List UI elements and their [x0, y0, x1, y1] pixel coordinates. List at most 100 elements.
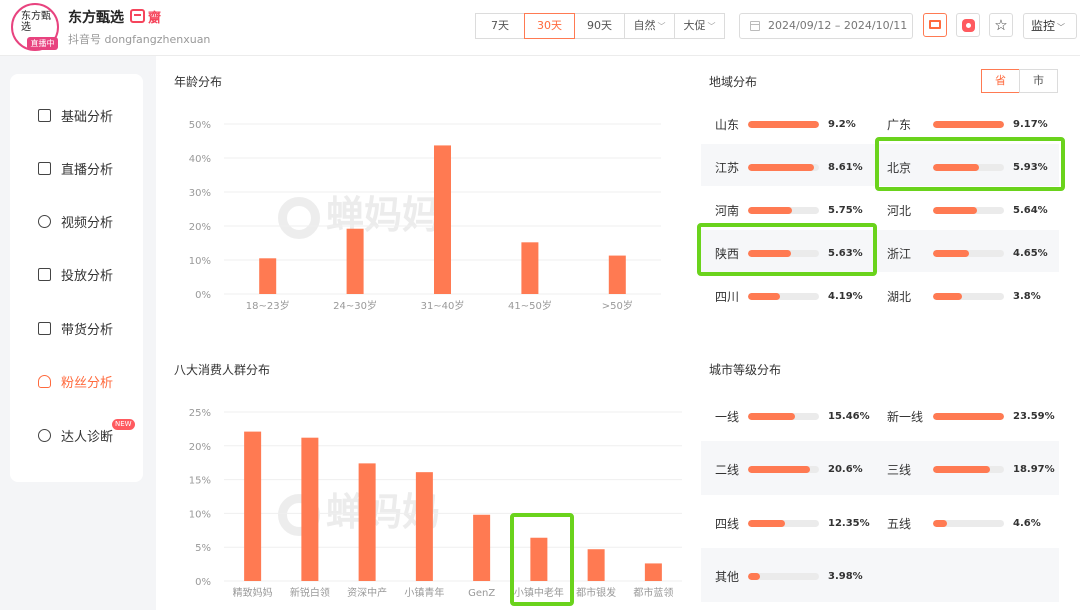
city-tier-item: 二线 20.6% [715, 462, 863, 478]
box-icon [38, 267, 51, 281]
sidebar-item-live[interactable]: 直播分析 [38, 158, 113, 178]
region-label: 陕西 [715, 246, 740, 261]
city-tier-bar-fill [933, 519, 947, 527]
region-bar-fill [748, 206, 793, 214]
region-bar-track [933, 120, 1004, 128]
city-tier-item: 四线 12.35% [715, 515, 870, 531]
region-bar-track [748, 206, 819, 214]
date-range-tabs: 7天 30天 90天 自然 ﹀ 大促 ﹀ [475, 13, 725, 39]
consumer-bar-chart: 0% 5% 10% 15% 20% 25% 精致妈妈 新锐白领 资深中产 小镇青年 GenZ 小镇中老… [189, 408, 682, 599]
province-city-toggle: 省 市 [981, 69, 1058, 93]
sidebar-item-label: 投放分析 [61, 268, 114, 284]
region-percent: 5.63% [828, 247, 863, 259]
consumer-bar [358, 463, 376, 581]
screen-mode-button[interactable] [923, 13, 947, 37]
city-tier-item: 一线 15.46% [715, 408, 870, 424]
sidebar-item-video[interactable]: 视频分析 [38, 211, 113, 231]
sidebar-item-basic[interactable]: 基础分析 [38, 105, 113, 125]
region-bar-fill [933, 163, 979, 171]
star-icon: ☆ [994, 16, 1008, 34]
x-tick-label: 资深中产 [347, 586, 387, 599]
sidebar-item-label: 基础分析 [61, 109, 114, 125]
live-tv-icon [130, 9, 145, 23]
diagnose-icon [38, 428, 51, 442]
city-tier-label: 五线 [887, 516, 912, 531]
region-bar-fill [933, 292, 963, 300]
city-tier-label: 新一线 [887, 409, 924, 424]
region-bar-track [748, 249, 819, 257]
city-tier-percent: 20.6% [828, 464, 863, 475]
y-tick-label: 15% [189, 476, 211, 487]
app-button[interactable] [956, 13, 980, 37]
region-bar-fill [933, 249, 969, 257]
x-tick-label: 小镇中老年 [514, 586, 564, 599]
city-tier-item: 五线 4.6% [887, 515, 1041, 531]
sidebar-item-label: 达人诊断 [61, 429, 114, 445]
sidebar-item-label: 视频分析 [61, 215, 114, 231]
monitor-dropdown[interactable]: 监控 ﹀ [1023, 13, 1077, 39]
region-bar-fill [933, 206, 977, 214]
range-promo-dropdown[interactable]: 大促 ﹀ [674, 13, 725, 39]
region-bar-track [933, 206, 1004, 214]
region-bar-track [748, 120, 819, 128]
city-tier-bar-track [933, 519, 1004, 527]
top-header: 东方甄选 直播中 东方甄选 䶒 抖音号 dongfangzhenxuan 7天 … [0, 0, 1080, 56]
city-tier-bar-track [748, 412, 819, 420]
region-bar-fill [933, 120, 1004, 128]
sidebar-item-label: 直播分析 [61, 162, 114, 178]
region-percent: 5.75% [828, 204, 863, 216]
region-bar-fill [748, 292, 781, 300]
chevron-down-icon: ﹀ [657, 22, 666, 31]
region-bar-track [933, 292, 1004, 300]
city-toggle-button[interactable]: 市 [1019, 69, 1058, 93]
region-item: 广东 9.17% [887, 116, 1048, 132]
account-name: 东方甄选 [68, 10, 124, 26]
sidebar-item-fans[interactable]: 粉丝分析 [38, 371, 113, 391]
x-tick-label: 新锐白领 [290, 586, 330, 599]
region-label: 北京 [887, 160, 912, 175]
range-30d-button[interactable]: 30天 [524, 13, 575, 39]
region-bar-track [748, 292, 819, 300]
region-bar-fill [748, 120, 819, 128]
date-range-picker[interactable]: 2024/09/12 – 2024/10/11 [739, 13, 913, 39]
region-bar-track [748, 163, 819, 171]
range-7d-button[interactable]: 7天 [475, 13, 525, 39]
sidebar-item-sales[interactable]: 带货分析 [38, 318, 113, 338]
city-tier-label: 一线 [715, 409, 740, 424]
city-tier-bar-fill [748, 519, 786, 527]
range-natural-dropdown[interactable]: 自然 ﹀ [624, 13, 675, 39]
region-item: 河北 5.64% [887, 202, 1048, 218]
city-tier-bar-fill [748, 573, 760, 580]
live-icon [38, 161, 51, 175]
sidebar-nav: 基础分析 直播分析 视频分析 投放分析 带货分析 粉丝分析 达人诊断 NEW [10, 74, 143, 482]
play-icon [38, 214, 51, 228]
region-bar-track [933, 249, 1004, 257]
region-label: 河南 [715, 203, 740, 218]
consumer-bar [587, 549, 605, 581]
favorite-button[interactable]: ☆ [989, 13, 1013, 37]
monitor-label: 监控 [1031, 19, 1056, 33]
x-tick-label: 都市银发 [576, 586, 616, 599]
region-label: 湖北 [887, 289, 912, 304]
sidebar-item-ads[interactable]: 投放分析 [38, 264, 113, 284]
x-tick-label: 都市蓝领 [633, 586, 673, 599]
consumer-bar [244, 431, 262, 581]
region-percent: 5.64% [1013, 204, 1048, 216]
range-label: 90天 [587, 19, 612, 32]
city-tier-label: 四线 [715, 516, 740, 531]
sidebar-item-diagnose[interactable]: 达人诊断 NEW [38, 419, 135, 445]
region-label: 河北 [887, 203, 912, 218]
city-tier-item: 三线 18.97% [887, 462, 1055, 478]
fans-analysis-panel: 年龄分布 蝉妈妈 0% 10% 20% 30% 40% 50% 18~23岁 24~30岁 31… [156, 56, 1080, 610]
consumer-bar [301, 437, 319, 581]
region-label: 江苏 [715, 160, 740, 175]
region-label: 四川 [715, 289, 740, 304]
x-tick-label: 小镇青年 [404, 586, 444, 599]
range-label: 大促 [683, 19, 706, 32]
region-percent: 4.65% [1013, 247, 1048, 259]
city-tier-bar-fill [748, 466, 810, 473]
region-item: 江苏 8.61% [715, 159, 863, 175]
chevron-down-icon: ﹀ [707, 22, 716, 31]
province-toggle-button[interactable]: 省 [981, 69, 1020, 93]
range-90d-button[interactable]: 90天 [574, 13, 625, 39]
